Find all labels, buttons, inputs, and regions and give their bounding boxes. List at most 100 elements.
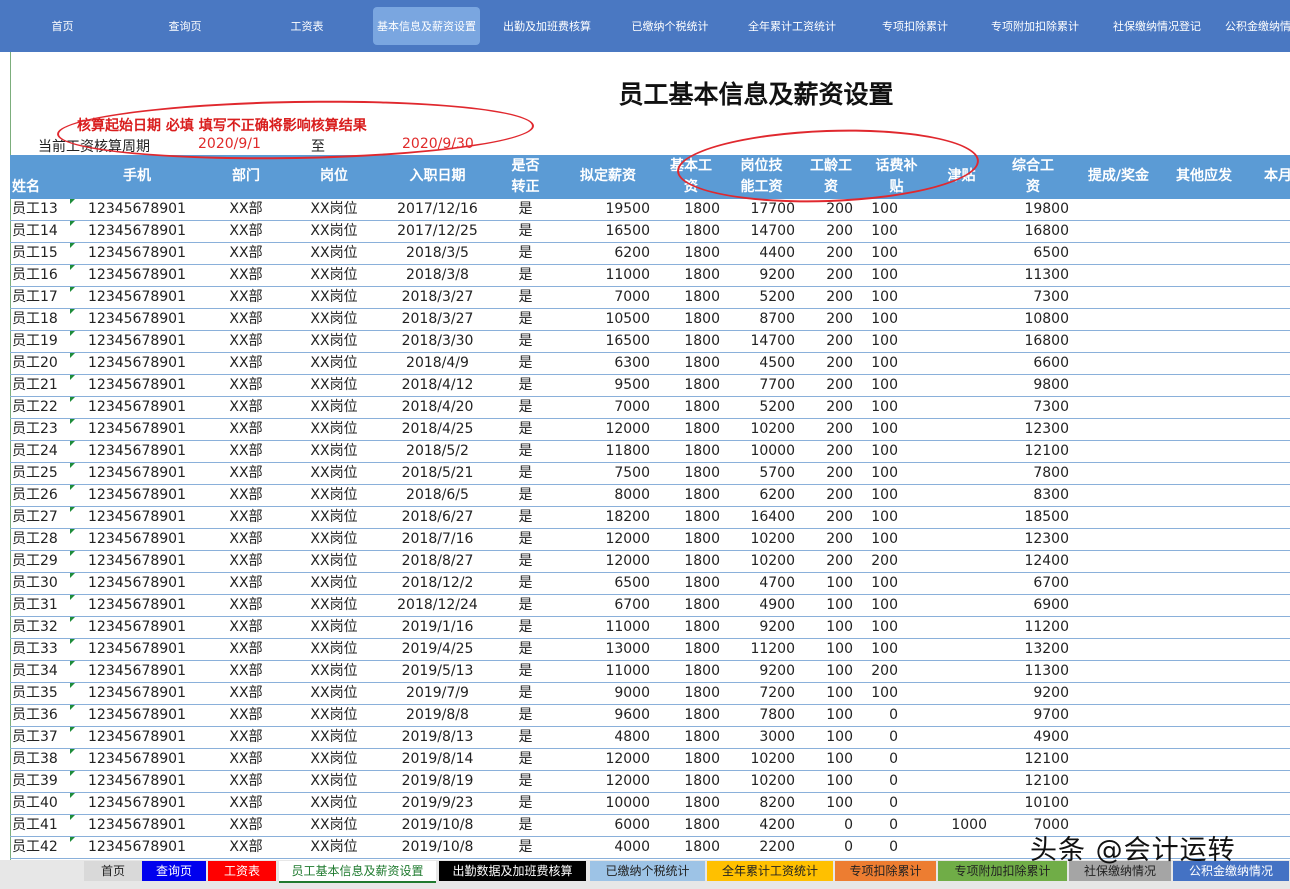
table-cell[interactable]: 9800 (991, 374, 1075, 397)
table-cell[interactable]: 12345678901 (70, 792, 204, 815)
table-cell[interactable] (1246, 704, 1290, 727)
table-cell[interactable]: 员工23 (10, 418, 70, 441)
table-cell[interactable]: 9000 (556, 682, 660, 705)
table-cell[interactable]: 12300 (991, 528, 1075, 551)
table-cell[interactable]: 11300 (991, 264, 1075, 287)
table-cell[interactable]: 1800 (660, 374, 722, 397)
table-row[interactable]: 员工23 12345678901 XX部 XX岗位 2018/4/25 是 12000 180… (10, 418, 1290, 441)
sheet-tab[interactable]: 全年累计工资统计 (707, 861, 833, 881)
table-cell[interactable]: XX岗位 (288, 572, 380, 595)
table-cell[interactable]: 员工25 (10, 462, 70, 485)
column-header[interactable]: 部门 (204, 166, 288, 187)
table-cell[interactable]: 2019/8/14 (380, 748, 495, 771)
table-cell[interactable]: 1800 (660, 462, 722, 485)
table-cell[interactable] (1162, 462, 1246, 485)
table-cell[interactable] (1162, 199, 1246, 221)
table-cell[interactable] (1246, 242, 1290, 265)
table-cell[interactable]: 1000 (932, 814, 991, 837)
table-cell[interactable]: 12345678901 (70, 308, 204, 331)
table-row[interactable]: 员工25 12345678901 XX部 XX岗位 2018/5/21 是 7500 1800… (10, 462, 1290, 485)
table-cell[interactable]: 12000 (556, 528, 660, 551)
table-cell[interactable]: 6700 (991, 572, 1075, 595)
table-cell[interactable]: 9200 (991, 682, 1075, 705)
table-row[interactable]: 员工16 12345678901 XX部 XX岗位 2018/3/8 是 11000 1800… (10, 264, 1290, 287)
table-cell[interactable] (932, 726, 991, 749)
table-row[interactable]: 员工33 12345678901 XX部 XX岗位 2019/4/25 是 13000 180… (10, 638, 1290, 661)
table-cell[interactable]: 8000 (556, 484, 660, 507)
table-cell[interactable]: 2018/8/27 (380, 550, 495, 573)
table-cell[interactable] (1075, 704, 1162, 727)
table-cell[interactable]: 员工27 (10, 506, 70, 529)
table-cell[interactable]: XX部 (204, 682, 288, 705)
table-cell[interactable]: 2018/5/2 (380, 440, 495, 463)
table-cell[interactable]: 是 (495, 396, 556, 419)
table-cell[interactable] (932, 594, 991, 617)
table-cell[interactable] (1162, 638, 1246, 661)
table-row[interactable]: 员工17 12345678901 XX部 XX岗位 2018/3/27 是 7000 1800… (10, 286, 1290, 309)
table-cell[interactable]: 0 (861, 748, 932, 771)
table-row[interactable]: 员工37 12345678901 XX部 XX岗位 2019/8/13 是 4800 1800… (10, 726, 1290, 749)
table-cell[interactable]: 100 (861, 199, 932, 221)
table-cell[interactable]: 1800 (660, 814, 722, 837)
table-cell[interactable]: 2017/12/25 (380, 220, 495, 243)
table-cell[interactable]: 2018/4/12 (380, 374, 495, 397)
table-cell[interactable] (1075, 792, 1162, 815)
table-row[interactable]: 员工40 12345678901 XX部 XX岗位 2019/9/23 是 10000 180… (10, 792, 1290, 815)
table-cell[interactable]: 是 (495, 770, 556, 793)
table-cell[interactable] (932, 462, 991, 485)
table-cell[interactable]: XX岗位 (288, 616, 380, 639)
table-cell[interactable]: XX部 (204, 286, 288, 309)
table-cell[interactable]: 7700 (722, 374, 801, 397)
table-cell[interactable]: 员工28 (10, 528, 70, 551)
table-row[interactable]: 员工22 12345678901 XX部 XX岗位 2018/4/20 是 7000 1800… (10, 396, 1290, 419)
table-row[interactable]: 员工31 12345678901 XX部 XX岗位 2018/12/24 是 6700 180… (10, 594, 1290, 617)
table-cell[interactable]: 员工16 (10, 264, 70, 287)
table-cell[interactable]: 10100 (991, 792, 1075, 815)
table-cell[interactable]: 2019/7/9 (380, 682, 495, 705)
table-cell[interactable]: 1800 (660, 616, 722, 639)
table-cell[interactable]: 是 (495, 594, 556, 617)
table-cell[interactable]: XX部 (204, 616, 288, 639)
table-cell[interactable] (932, 506, 991, 529)
table-cell[interactable]: 200 (801, 374, 861, 397)
table-cell[interactable]: 4500 (722, 352, 801, 375)
table-cell[interactable]: 2018/6/27 (380, 506, 495, 529)
table-cell[interactable]: 11200 (991, 616, 1075, 639)
table-cell[interactable] (932, 264, 991, 287)
table-row[interactable]: 员工35 12345678901 XX部 XX岗位 2019/7/9 是 9000 1800 7… (10, 682, 1290, 705)
table-cell[interactable]: 12345678901 (70, 528, 204, 551)
table-cell[interactable]: XX部 (204, 484, 288, 507)
table-cell[interactable] (932, 792, 991, 815)
table-cell[interactable]: XX岗位 (288, 836, 380, 859)
table-cell[interactable]: 200 (801, 199, 861, 221)
table-row[interactable]: 员工30 12345678901 XX部 XX岗位 2018/12/2 是 6500 1800… (10, 572, 1290, 595)
table-cell[interactable] (1075, 374, 1162, 397)
table-cell[interactable] (932, 242, 991, 265)
column-header[interactable]: 工龄工 资 (801, 156, 861, 198)
table-cell[interactable]: 员工29 (10, 550, 70, 573)
table-cell[interactable]: 2019/5/13 (380, 660, 495, 683)
table-cell[interactable]: 200 (801, 330, 861, 353)
table-cell[interactable]: 100 (801, 594, 861, 617)
table-cell[interactable]: XX部 (204, 199, 288, 221)
table-cell[interactable]: XX岗位 (288, 638, 380, 661)
table-cell[interactable]: 9200 (722, 660, 801, 683)
table-cell[interactable]: 员工17 (10, 286, 70, 309)
table-cell[interactable]: XX岗位 (288, 396, 380, 419)
table-cell[interactable]: 14700 (722, 330, 801, 353)
table-cell[interactable]: 200 (801, 506, 861, 529)
table-cell[interactable]: 4700 (722, 572, 801, 595)
table-cell[interactable] (1246, 264, 1290, 287)
table-cell[interactable]: 1800 (660, 770, 722, 793)
table-cell[interactable]: 100 (861, 242, 932, 265)
table-cell[interactable]: 1800 (660, 836, 722, 859)
table-cell[interactable]: 12345678901 (70, 330, 204, 353)
table-cell[interactable]: 1800 (660, 330, 722, 353)
table-cell[interactable]: 12100 (991, 770, 1075, 793)
table-cell[interactable]: 1800 (660, 220, 722, 243)
table-cell[interactable]: 200 (801, 462, 861, 485)
table-cell[interactable] (1162, 506, 1246, 529)
column-header[interactable]: 手机 (70, 166, 204, 187)
table-cell[interactable]: 12345678901 (70, 572, 204, 595)
table-cell[interactable]: 9200 (722, 264, 801, 287)
